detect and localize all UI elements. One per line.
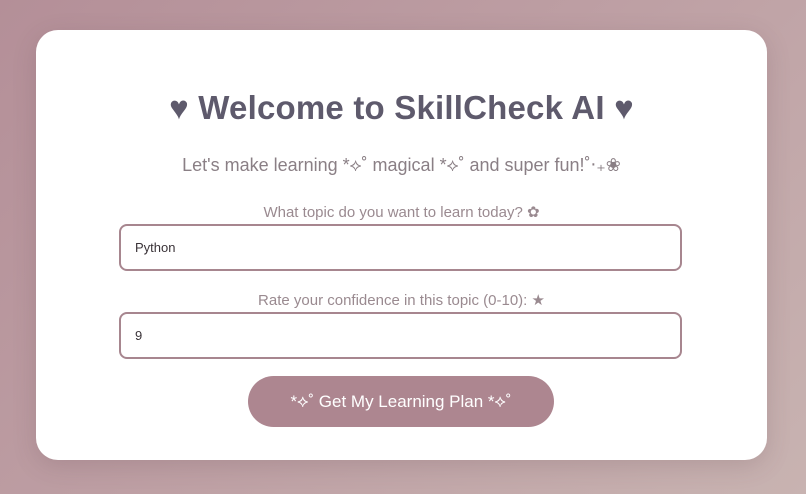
get-learning-plan-button[interactable]: *⟡˚ Get My Learning Plan *⟡˚ xyxy=(248,376,554,427)
page-title: ♥ Welcome to SkillCheck AI ♥ xyxy=(169,89,634,126)
confidence-input[interactable] xyxy=(119,312,682,359)
welcome-card: ♥ Welcome to SkillCheck AI ♥ Let's make … xyxy=(36,30,767,460)
page-subtitle: Let's make learning *⟡˚ magical *⟡˚ and … xyxy=(182,155,621,175)
topic-label: What topic do you want to learn today? ✿ xyxy=(263,204,540,221)
topic-input[interactable] xyxy=(119,224,682,271)
confidence-label: Rate your confidence in this topic (0-10… xyxy=(258,292,545,309)
